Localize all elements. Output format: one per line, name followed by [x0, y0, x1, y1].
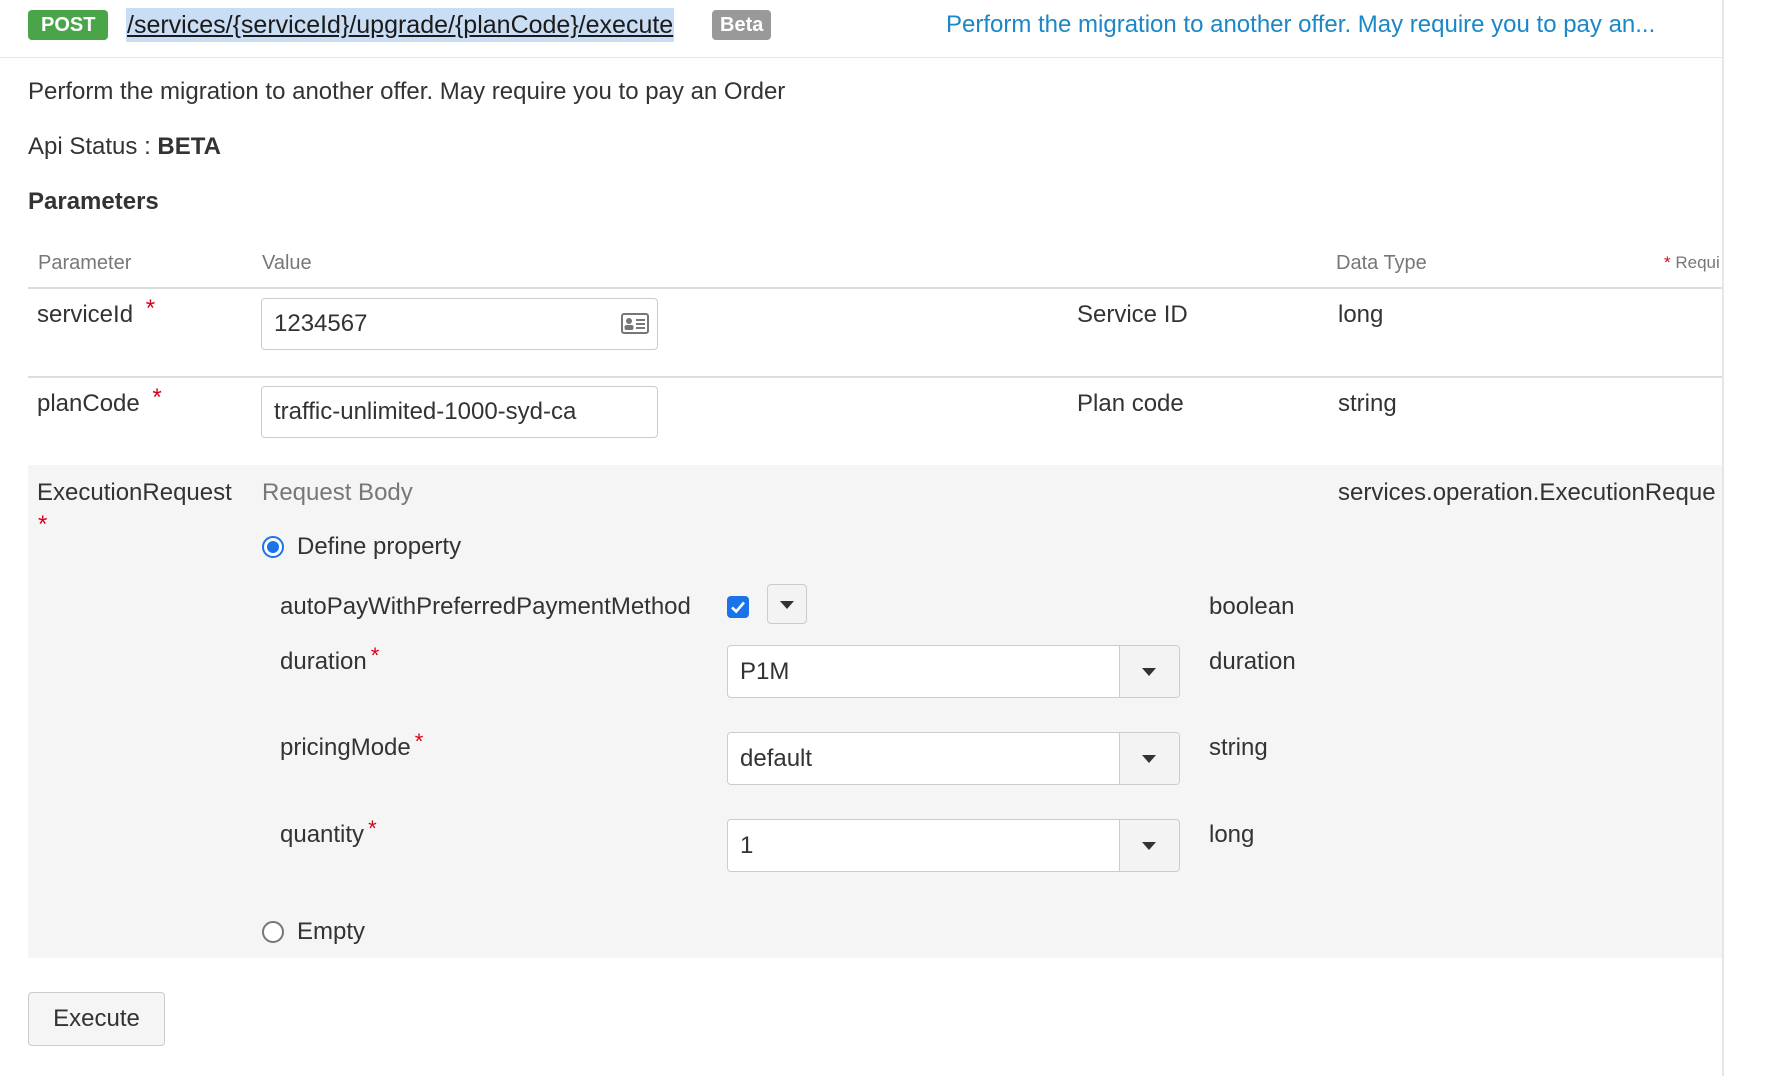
param-name-planCode: planCode *: [37, 384, 162, 421]
required-star: *: [370, 643, 380, 668]
serviceId-input[interactable]: 1234567: [261, 298, 658, 350]
column-header-required: * Requi: [1664, 248, 1722, 278]
param-name-text: planCode: [37, 390, 140, 417]
required-star: *: [145, 295, 156, 322]
parameters-heading: Parameters: [28, 188, 159, 215]
pricingMode-dropdown-button[interactable]: [1119, 733, 1179, 784]
autoPay-checkbox[interactable]: [727, 596, 749, 618]
caret-down-icon: [1142, 755, 1156, 763]
empty-radio[interactable]: [262, 921, 284, 943]
api-status: Api Status : BETA: [28, 129, 221, 165]
operation-header[interactable]: POST /services/{serviceId}/upgrade/{plan…: [0, 0, 1722, 58]
param-description: Service ID: [1077, 301, 1188, 328]
row-divider: [28, 376, 1722, 378]
caret-down-icon: [1142, 668, 1156, 676]
define-property-label[interactable]: Define property: [297, 530, 461, 564]
beta-badge: Beta: [712, 10, 772, 40]
required-star: *: [38, 511, 48, 538]
param-description: Plan code: [1077, 390, 1184, 417]
column-header-value: Value: [262, 252, 312, 274]
operation-description: Perform the migration to another offer. …: [28, 78, 786, 105]
serviceId-input-value: 1234567: [274, 310, 368, 337]
request-body-label: Request Body: [262, 479, 413, 506]
request-body-row: [28, 465, 1722, 958]
endpoint-path-link[interactable]: /services/{serviceId}/upgrade/{planCode}…: [126, 8, 675, 42]
required-star: *: [1664, 253, 1671, 272]
duration-dropdown-button[interactable]: [1119, 646, 1179, 697]
property-name-quantity: quantity *: [280, 816, 377, 852]
operation-summary-link[interactable]: Perform the migration to another offer. …: [946, 8, 1655, 42]
param-data-type: services.operation.ExecutionReque: [1338, 479, 1716, 506]
property-type: duration: [1209, 648, 1296, 675]
http-method-badge: POST: [28, 10, 109, 40]
required-star: *: [368, 816, 377, 841]
duration-select[interactable]: P1M: [727, 645, 1180, 698]
param-data-type: long: [1338, 301, 1384, 328]
property-type: boolean: [1209, 593, 1295, 620]
define-property-radio[interactable]: [262, 536, 284, 558]
property-name-text: duration: [280, 648, 367, 675]
quantity-select[interactable]: 1: [727, 819, 1180, 872]
autoPay-dropdown-button[interactable]: [767, 584, 807, 624]
property-type: string: [1209, 734, 1268, 761]
pricingMode-select-value: default: [740, 745, 813, 772]
duration-select-value: P1M: [740, 658, 790, 685]
execute-button[interactable]: Execute: [28, 992, 165, 1046]
empty-label[interactable]: Empty: [297, 915, 365, 949]
planCode-input[interactable]: traffic-unlimited-1000-syd-ca: [261, 386, 658, 438]
panel-right-border: [1722, 0, 1724, 1076]
column-header-parameter: Parameter: [38, 252, 132, 274]
property-name-pricingMode: pricingMode *: [280, 729, 424, 765]
required-star: *: [414, 729, 424, 754]
property-name-duration: duration *: [280, 643, 380, 679]
param-name-ExecutionRequest: ExecutionRequest: [37, 479, 232, 506]
column-header-data-type: Data Type: [1336, 252, 1427, 274]
param-data-type: string: [1338, 390, 1397, 417]
pricingMode-select[interactable]: default: [727, 732, 1180, 785]
table-header-divider: [28, 287, 1722, 289]
quantity-dropdown-button[interactable]: [1119, 820, 1179, 871]
property-name-text: pricingMode: [280, 734, 411, 761]
param-name-text: serviceId: [37, 301, 134, 328]
contact-card-icon: [621, 313, 649, 334]
planCode-input-value: traffic-unlimited-1000-syd-ca: [274, 398, 577, 425]
param-name-serviceId: serviceId *: [37, 295, 156, 332]
caret-down-icon: [1142, 842, 1156, 850]
property-name-text: quantity: [280, 821, 365, 848]
caret-down-icon: [780, 601, 794, 609]
checkmark-icon: [731, 601, 745, 614]
property-name-autoPay: autoPayWithPreferredPaymentMethod: [280, 593, 691, 620]
property-type: long: [1209, 821, 1255, 848]
quantity-select-value: 1: [740, 832, 754, 859]
required-note: Requi: [1675, 253, 1720, 272]
operation-panel: POST /services/{serviceId}/upgrade/{plan…: [0, 0, 1722, 1076]
api-status-value: BETA: [157, 133, 221, 160]
required-star: *: [152, 384, 162, 411]
api-status-label: Api Status :: [28, 133, 151, 160]
